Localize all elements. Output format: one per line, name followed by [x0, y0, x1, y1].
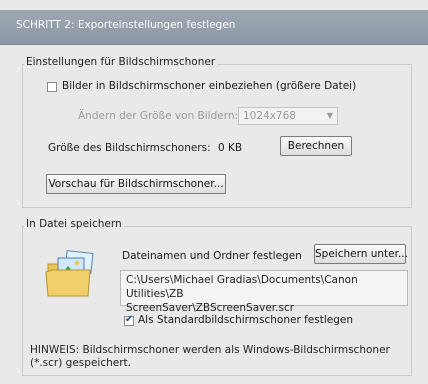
- resize-select[interactable]: 1024x768 ▼: [238, 107, 338, 125]
- save-to-file-group-label: In Datei speichern: [24, 218, 124, 230]
- size-value: 0 KB: [218, 142, 243, 154]
- chevron-down-icon: ▼: [326, 111, 333, 120]
- step-title: SCHRITT 2: Exporteinstellungen festlegen: [16, 19, 236, 31]
- include-images-checkbox[interactable]: [47, 82, 57, 92]
- save-path-line-1: C:\Users\Michael Gradias\Documents\Canon…: [126, 274, 358, 300]
- save-as-button[interactable]: Speichern unter...: [314, 244, 408, 264]
- calculate-button[interactable]: Berechnen: [280, 136, 352, 156]
- preview-button[interactable]: Vorschau für Bildschirmschoner...: [46, 174, 226, 194]
- resize-select-value: 1024x768: [243, 110, 296, 122]
- screensaver-settings-group-label: Einstellungen für Bildschirmschoner: [24, 56, 218, 68]
- save-path-line-2: ScreenSaver\ZBScreenSaver.scr: [126, 302, 295, 314]
- set-default-label: Als Standardbildschirmschoner festlegen: [138, 314, 354, 326]
- set-default-checkbox[interactable]: [124, 314, 134, 326]
- size-label: Größe des Bildschirmschoners:: [48, 142, 211, 154]
- step-title-bar: SCHRITT 2: Exporteinstellungen festlegen: [0, 10, 428, 45]
- include-images-label: Bilder in Bildschirmschoner einbeziehen …: [62, 80, 357, 92]
- folder-images-icon: [45, 250, 94, 297]
- filename-label: Dateinamen und Ordner festlegen: [122, 250, 302, 262]
- hint-note: HINWEIS: Bildschirmschoner werden als Wi…: [30, 344, 390, 369]
- resize-label: Ändern der Größe von Bildern:: [78, 110, 239, 122]
- save-path-field[interactable]: C:\Users\Michael Gradias\Documents\Canon…: [120, 270, 408, 314]
